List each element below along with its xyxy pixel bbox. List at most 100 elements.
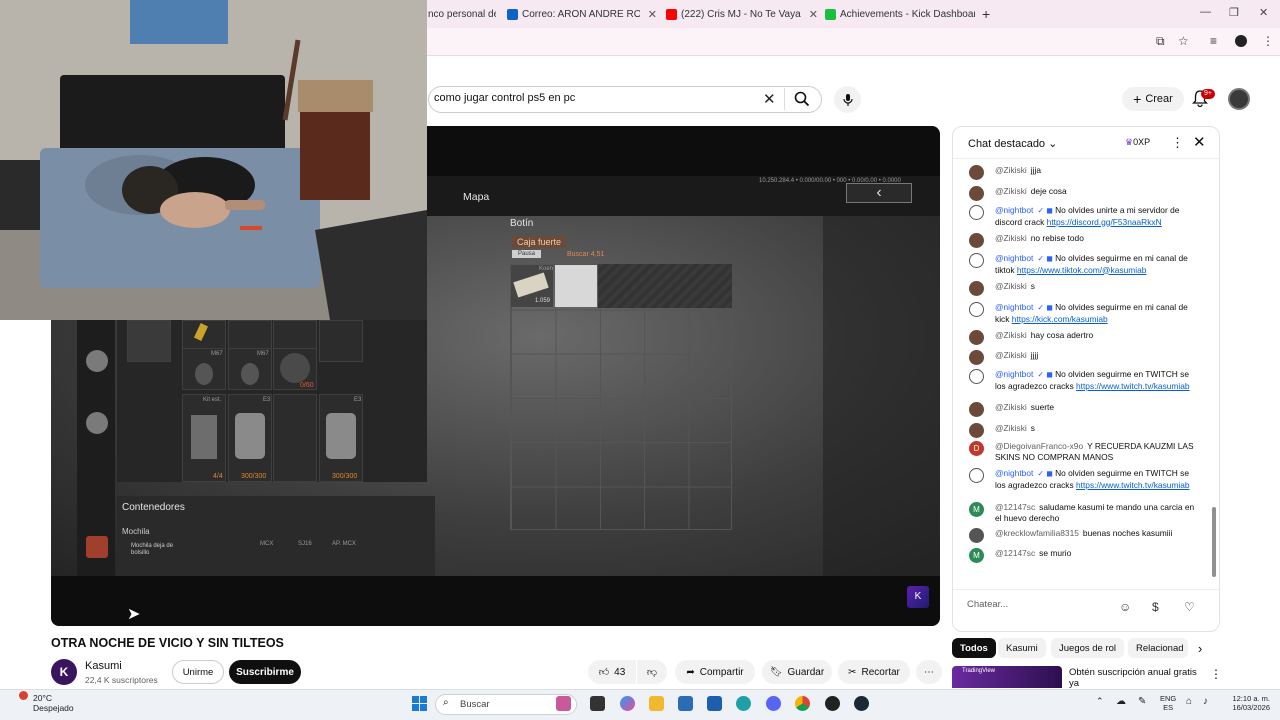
chat-avatar[interactable]	[969, 369, 984, 384]
chat-link[interactable]: https://www.twitch.tv/kasumiab	[1076, 480, 1190, 490]
chat-avatar[interactable]	[969, 186, 984, 201]
search-input[interactable]: como jugar control ps5 en pc	[434, 92, 575, 104]
chat-avatar[interactable]	[969, 253, 984, 268]
network-icon[interactable]: ⌂	[1186, 697, 1192, 707]
chat-author[interactable]: @Zikiski	[995, 281, 1027, 291]
chat-avatar[interactable]	[969, 350, 984, 365]
chat-author[interactable]: @nightbot	[995, 369, 1033, 379]
store-icon[interactable]	[678, 696, 693, 711]
chat-avatar[interactable]	[969, 468, 984, 483]
subscribe-button[interactable]: Suscribirme	[229, 660, 301, 684]
chat-avatar[interactable]	[969, 423, 984, 438]
chat-author[interactable]: @Zikiski	[995, 350, 1027, 360]
chat-mode-dropdown[interactable]: Chat destacado ⌄	[968, 137, 1057, 150]
create-button[interactable]: + Crear	[1122, 87, 1184, 111]
search-icon[interactable]	[794, 91, 810, 107]
browser-tab[interactable]: nco personal dé ✕	[428, 4, 496, 24]
pen-icon[interactable]: ✎	[1138, 697, 1146, 707]
chat-avatar[interactable]: M	[969, 502, 984, 517]
restore-icon[interactable]: ❐	[1229, 6, 1239, 19]
install-icon[interactable]: ⧉	[1156, 34, 1165, 49]
close-tab-icon[interactable]: ✕	[648, 8, 657, 21]
chat-input[interactable]: Chatear...	[967, 599, 1117, 617]
weather-widget[interactable]: 20°C Despejado	[33, 693, 74, 713]
super-chat-icon[interactable]: $	[1152, 600, 1159, 614]
chat-avatar[interactable]	[969, 528, 984, 543]
channel-avatar[interactable]: K	[51, 659, 77, 685]
chat-avatar[interactable]	[969, 402, 984, 417]
file-explorer-icon[interactable]	[649, 696, 664, 711]
chat-author[interactable]: @Zikiski	[995, 233, 1027, 243]
chat-avatar[interactable]	[969, 302, 984, 317]
reading-list-icon[interactable]: ≡	[1210, 34, 1217, 48]
browser-tab[interactable]: Achievements - Kick Dashboard ✕	[825, 4, 975, 24]
chat-link[interactable]: https://discord.gg/F53naaRkxN	[1047, 217, 1162, 227]
edge-icon[interactable]	[736, 696, 751, 711]
chip-related[interactable]: Relacionad	[1128, 638, 1188, 658]
chat-menu-icon[interactable]: ⋮	[1171, 135, 1184, 151]
more-actions-button[interactable]: ⋯	[916, 660, 942, 684]
chat-author[interactable]: @DiegoivanFranco-x9o	[995, 441, 1083, 451]
ad-thumbnail[interactable]: TradingView	[952, 666, 1062, 688]
chat-author[interactable]: @nightbot	[995, 468, 1033, 478]
chip-rpg[interactable]: Juegos de rol	[1051, 638, 1125, 658]
browser-menu-icon[interactable]: ⋮	[1262, 34, 1274, 48]
outlook-taskbar-icon[interactable]	[707, 696, 722, 711]
chat-avatar[interactable]	[969, 330, 984, 345]
share-button[interactable]: ➦ Compartir	[675, 660, 755, 684]
close-tab-icon[interactable]: ✕	[809, 8, 818, 21]
chevron-right-icon[interactable]: ›	[1198, 641, 1202, 656]
join-button[interactable]: Unirme	[172, 660, 224, 684]
discord-icon[interactable]	[766, 696, 781, 711]
ad-menu-icon[interactable]: ⋮	[1210, 667, 1222, 681]
chat-author[interactable]: @Zikiski	[995, 423, 1027, 433]
chat-author[interactable]: @krecklowfamilia8315	[995, 528, 1079, 538]
chip-channel[interactable]: Kasumi	[998, 638, 1046, 658]
windows-start-icon[interactable]	[412, 696, 427, 711]
chat-avatar[interactable]	[969, 281, 984, 296]
chat-author[interactable]: @nightbot	[995, 205, 1033, 215]
browser-tab[interactable]: Correo: ARON ANDRE RODRIGÜ ✕	[507, 4, 657, 24]
chat-avatar[interactable]: D	[969, 441, 984, 456]
chrome-icon[interactable]	[795, 696, 810, 711]
chat-author[interactable]: @12147sc	[995, 502, 1035, 512]
chat-author[interactable]: @12147sc	[995, 548, 1035, 558]
chat-avatar[interactable]: M	[969, 548, 984, 563]
chat-author[interactable]: @nightbot	[995, 302, 1033, 312]
chat-link[interactable]: https://www.twitch.tv/kasumiab	[1076, 381, 1190, 391]
chat-avatar[interactable]	[969, 205, 984, 220]
volume-icon[interactable]: ♪	[1203, 697, 1208, 707]
copilot-icon[interactable]	[620, 696, 635, 711]
chat-avatar[interactable]	[969, 165, 984, 180]
browser-tab[interactable]: (222) Cris MJ - No Te Vayas (Vi ✕	[666, 4, 818, 24]
clock[interactable]: 12:10 a. m. 16/03/2026	[1222, 694, 1270, 712]
close-window-icon[interactable]: ✕	[1259, 6, 1268, 19]
obs-icon[interactable]	[825, 696, 840, 711]
language-indicator[interactable]: ENG ES	[1160, 694, 1176, 712]
chat-author[interactable]: @Zikiski	[995, 330, 1027, 340]
clear-search-icon[interactable]: ✕	[763, 90, 776, 108]
chip-all[interactable]: Todos	[952, 638, 996, 658]
bookmark-star-icon[interactable]: ☆	[1178, 34, 1189, 48]
voice-search-button[interactable]	[834, 86, 861, 113]
dislike-button[interactable]: 👎︎	[637, 660, 667, 684]
chat-scrollbar[interactable]	[1212, 507, 1216, 577]
profile-icon[interactable]	[1235, 35, 1247, 47]
steam-icon[interactable]	[854, 696, 869, 711]
chat-avatar[interactable]	[969, 233, 984, 248]
chat-link[interactable]: https://www.tiktok.com/@kasumiab	[1017, 265, 1147, 275]
chat-link[interactable]: https://kick.com/kasumiab	[1012, 314, 1108, 324]
ad-title[interactable]: Obtén suscripción anual gratis ya	[1069, 667, 1209, 689]
chat-author[interactable]: @Zikiski	[995, 165, 1027, 175]
like-button[interactable]: 👍︎ 43	[588, 660, 636, 684]
chat-author[interactable]: @Zikiski	[995, 186, 1027, 196]
save-button[interactable]: 🔖︎ Guardar	[762, 660, 832, 684]
close-chat-icon[interactable]: ✕	[1193, 133, 1206, 151]
chat-author[interactable]: @Zikiski	[995, 402, 1027, 412]
minimize-icon[interactable]: —	[1200, 6, 1211, 18]
cloud-icon[interactable]: ☁	[1116, 697, 1126, 707]
channel-name[interactable]: Kasumi	[85, 660, 122, 672]
heart-icon[interactable]: ♡	[1184, 600, 1195, 614]
account-avatar[interactable]	[1228, 88, 1250, 110]
xp-indicator[interactable]: ♛0XP	[1125, 137, 1150, 148]
